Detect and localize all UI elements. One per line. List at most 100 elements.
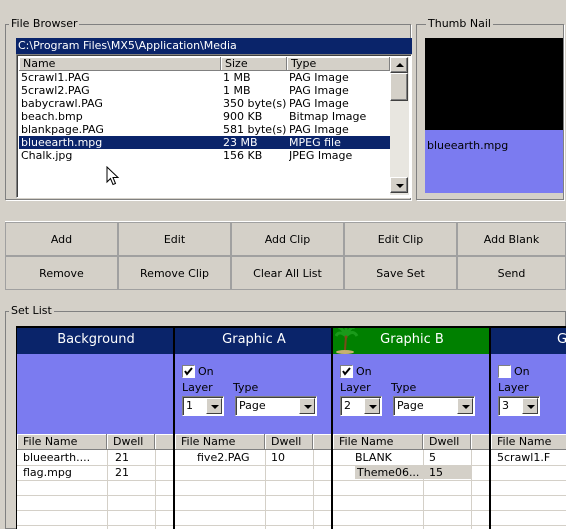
set-row-line <box>333 525 489 526</box>
media-manager-window: File Browser C:\Program Files\MX5\Applic… <box>0 0 566 529</box>
scroll-thumb[interactable] <box>390 73 408 101</box>
sub-header-dwell[interactable]: Dwell <box>423 434 471 450</box>
layer-value: 2 <box>344 399 351 412</box>
dropdown-arrow-icon <box>206 398 222 414</box>
scroll-up-arrow-icon <box>396 63 404 67</box>
type-value: Page <box>397 399 424 412</box>
edit-button[interactable]: Edit <box>118 222 231 256</box>
add-clip-button[interactable]: Add Clip <box>231 222 344 256</box>
set-row-line <box>333 510 489 511</box>
set-row-line <box>175 510 331 511</box>
file-size: 900 KB <box>223 110 263 123</box>
remove-clip-button[interactable]: Remove Clip <box>118 256 231 290</box>
on-label: On <box>356 365 372 378</box>
set-column-title: Background <box>57 332 135 347</box>
column-header-type[interactable]: Type <box>287 57 390 71</box>
set-row-line <box>333 480 489 481</box>
column-header-name[interactable]: Name <box>19 57 221 71</box>
set-row-line <box>491 525 566 526</box>
file-type: PAG Image <box>289 71 349 84</box>
set-list-row[interactable]: blueearth.... 21 <box>17 450 173 465</box>
file-list[interactable]: Name Size Type 5crawl1.PAG 1 MB PAG Image 5… <box>16 54 412 198</box>
add-blank-button[interactable]: Add Blank <box>457 222 566 256</box>
on-checkbox[interactable] <box>340 365 353 378</box>
clear-all-list-button[interactable]: Clear All List <box>231 256 344 290</box>
file-row[interactable]: 5crawl1.PAG 1 MB PAG Image <box>19 71 390 84</box>
sub-header-file-name[interactable]: File Name <box>333 434 423 450</box>
set-column-controls: On Layer Type 1 Page <box>175 354 331 434</box>
file-size: 156 KB <box>223 149 263 162</box>
file-name: babycrawl.PAG <box>21 97 103 110</box>
layer-value: 3 <box>502 399 509 412</box>
type-dropdown[interactable]: Page <box>235 396 317 416</box>
set-column-title: Graphic A <box>222 332 286 347</box>
set-dwell: 15 <box>425 466 471 479</box>
sub-header-dwell[interactable]: Dwell <box>107 434 155 450</box>
set-row-line <box>175 465 331 466</box>
layer-label: Layer <box>182 381 213 394</box>
layer-dropdown[interactable]: 3 <box>498 396 540 416</box>
add-button[interactable]: Add <box>5 222 118 256</box>
set-row-line <box>175 495 331 496</box>
set-dwell: 21 <box>115 466 129 479</box>
set-list-legend: Set List <box>9 304 54 317</box>
edit-clip-button[interactable]: Edit Clip <box>344 222 457 256</box>
checkmark-icon <box>184 367 193 376</box>
set-list-row[interactable]: BLANK 5 <box>333 450 489 465</box>
scroll-up-button[interactable] <box>390 57 408 73</box>
file-row[interactable]: babycrawl.PAG 350 byte(s) PAG Image <box>19 97 390 110</box>
mouse-cursor-icon <box>106 166 120 186</box>
layer-dropdown[interactable]: 2 <box>340 396 382 416</box>
on-checkbox[interactable] <box>498 365 511 378</box>
set-row-line <box>17 495 173 496</box>
file-row[interactable]: blueearth.mpg 23 MB MPEG file <box>19 136 390 149</box>
set-list-row[interactable]: flag.mpg 21 <box>17 465 173 480</box>
scroll-down-arrow-icon <box>396 184 404 188</box>
layer-dropdown[interactable]: 1 <box>182 396 224 416</box>
file-size: 581 byte(s) <box>223 123 287 136</box>
type-label: Type <box>391 381 417 394</box>
sub-header-file-name[interactable]: File Name <box>175 434 265 450</box>
file-row[interactable]: 5crawl2.PAG 1 MB PAG Image <box>19 84 390 97</box>
set-list-row[interactable]: five2.PAG 10 <box>175 450 331 465</box>
file-row[interactable]: blankpage.PAG 581 byte(s) PAG Image <box>19 123 390 136</box>
dropdown-arrow-icon <box>364 398 380 414</box>
set-dwell: 10 <box>271 451 285 464</box>
file-row[interactable]: Chalk.jpg 156 KB JPEG Image <box>19 149 390 162</box>
sub-header-file-name[interactable]: File Name <box>491 434 566 450</box>
on-checkbox[interactable] <box>182 365 195 378</box>
file-type: PAG Image <box>289 123 349 136</box>
set-file-name: 5crawl1.F <box>497 451 551 464</box>
set-list-row[interactable]: Theme06... 15 <box>333 465 489 480</box>
send-button[interactable]: Send <box>457 256 566 290</box>
column-header-size[interactable]: Size <box>221 57 287 71</box>
file-name: 5crawl1.PAG <box>21 71 90 84</box>
set-row-line <box>491 465 566 466</box>
dropdown-arrow-icon <box>299 398 315 414</box>
set-column-controls: On Layer 3 <box>491 354 566 434</box>
set-file-name: BLANK <box>355 451 392 464</box>
type-dropdown[interactable]: Page <box>393 396 475 416</box>
set-row-line <box>17 525 173 526</box>
set-column-title: Grap <box>491 328 566 354</box>
file-type: PAG Image <box>289 97 349 110</box>
set-list-grid: Background File Name Dwell blueearth.... 21 f… <box>16 326 566 529</box>
file-type: Bitmap Image <box>289 110 367 123</box>
sub-header-file-name[interactable]: File Name <box>17 434 107 450</box>
palm-tree-icon <box>335 328 359 354</box>
file-row[interactable]: beach.bmp 900 KB Bitmap Image <box>19 110 390 123</box>
set-row-line <box>17 480 173 481</box>
set-column-grap: Grap On Layer 3 File Name5crawl1.F <box>491 328 566 529</box>
file-list-scrollbar[interactable] <box>390 57 409 195</box>
remove-button[interactable]: Remove <box>5 256 118 290</box>
file-path-bar: C:\Program Files\MX5\Application\Media <box>16 38 412 54</box>
set-list-row[interactable]: 5crawl1.F <box>491 450 566 465</box>
scroll-down-button[interactable] <box>390 177 408 193</box>
sub-header-dwell[interactable]: Dwell <box>265 434 313 450</box>
file-type: JPEG Image <box>289 149 353 162</box>
file-size: 1 MB <box>223 84 251 97</box>
file-name: Chalk.jpg <box>21 149 73 162</box>
save-set-button[interactable]: Save Set <box>344 256 457 290</box>
thumbnail-preview <box>425 38 563 130</box>
set-row-line <box>491 495 566 496</box>
